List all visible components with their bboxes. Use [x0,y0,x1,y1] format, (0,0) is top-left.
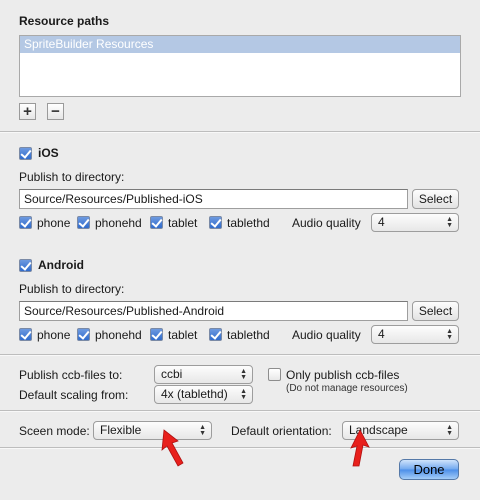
popup-arrows-icon: ▲ ▼ [446,424,453,437]
ios-phonehd-checkbox[interactable] [77,216,90,229]
ios-select-button[interactable]: Select [412,189,459,209]
android-tablethd-checkbox[interactable] [209,328,222,341]
publish-ccb-popup[interactable]: ccbi ▲ ▼ [154,365,253,384]
android-title: Android [38,258,84,272]
ios-title: iOS [38,146,59,160]
default-scaling-popup[interactable]: 4x (tablethd) ▲ ▼ [154,385,253,404]
popup-arrows-icon: ▲ ▼ [446,328,453,341]
android-audio-value: 4 [378,327,385,341]
default-scaling-value: 4x (tablethd) [161,387,228,401]
android-audio-label: Audio quality [292,328,361,342]
ios-publish-label: Publish to directory: [19,170,125,184]
ios-audio-value: 4 [378,215,385,229]
only-publish-note: (Do not manage resources) [286,383,408,394]
divider [0,354,480,356]
remove-path-button[interactable]: − [47,103,64,120]
ios-phone-checkbox[interactable] [19,216,32,229]
ios-checkbox[interactable] [19,147,32,160]
android-tablet-checkbox[interactable] [150,328,163,341]
ios-tablet-label: tablet [168,216,198,230]
list-item[interactable]: SpriteBuilder Resources [20,36,460,53]
ios-tablethd-label: tablethd [227,216,270,230]
default-scaling-label: Default scaling from: [19,388,129,402]
android-phone-label: phone [37,328,71,342]
screen-mode-label: Sceen mode: [19,424,90,438]
ios-audio-quality-popup[interactable]: 4 ▲ ▼ [371,213,459,232]
popup-arrows-icon: ▲ ▼ [446,216,453,229]
android-publish-label: Publish to directory: [19,282,125,296]
popup-arrows-icon: ▲ ▼ [240,368,247,381]
android-audio-quality-popup[interactable]: 4 ▲ ▼ [371,325,459,344]
resource-paths-title: Resource paths [19,14,110,28]
only-publish-checkbox[interactable] [268,368,281,381]
ios-phonehd-label: phonehd [95,216,142,230]
screen-mode-value: Flexible [100,423,142,437]
android-tablethd-label: tablethd [227,328,270,342]
ios-directory-field[interactable]: Source/Resources/Published-iOS [19,189,408,209]
android-directory-field[interactable]: Source/Resources/Published-Android [19,301,408,321]
popup-arrows-icon: ▲ ▼ [240,388,247,401]
android-select-button[interactable]: Select [412,301,459,321]
ios-audio-label: Audio quality [292,216,361,230]
screen-mode-popup[interactable]: Flexible ▲ ▼ [93,421,212,440]
ios-tablet-checkbox[interactable] [150,216,163,229]
add-path-button[interactable]: + [19,103,36,120]
divider [0,410,480,412]
android-tablet-label: tablet [168,328,198,342]
ios-phone-label: phone [37,216,71,230]
android-phonehd-checkbox[interactable] [77,328,90,341]
android-phonehd-label: phonehd [95,328,142,342]
android-checkbox[interactable] [19,259,32,272]
android-phone-checkbox[interactable] [19,328,32,341]
annotation-arrow-icon [161,429,184,467]
popup-arrows-icon: ▲ ▼ [199,424,206,437]
default-orientation-label: Default orientation: [231,424,332,438]
divider [0,447,480,449]
divider [0,131,480,133]
ios-tablethd-checkbox[interactable] [209,216,222,229]
resource-paths-list[interactable]: SpriteBuilder Resources [19,35,461,97]
done-button[interactable]: Done [399,459,459,480]
only-publish-label: Only publish ccb-files [286,368,400,382]
publish-ccb-label: Publish ccb-files to: [19,368,123,382]
publish-ccb-value: ccbi [161,367,183,381]
annotation-arrow-icon [350,429,370,467]
